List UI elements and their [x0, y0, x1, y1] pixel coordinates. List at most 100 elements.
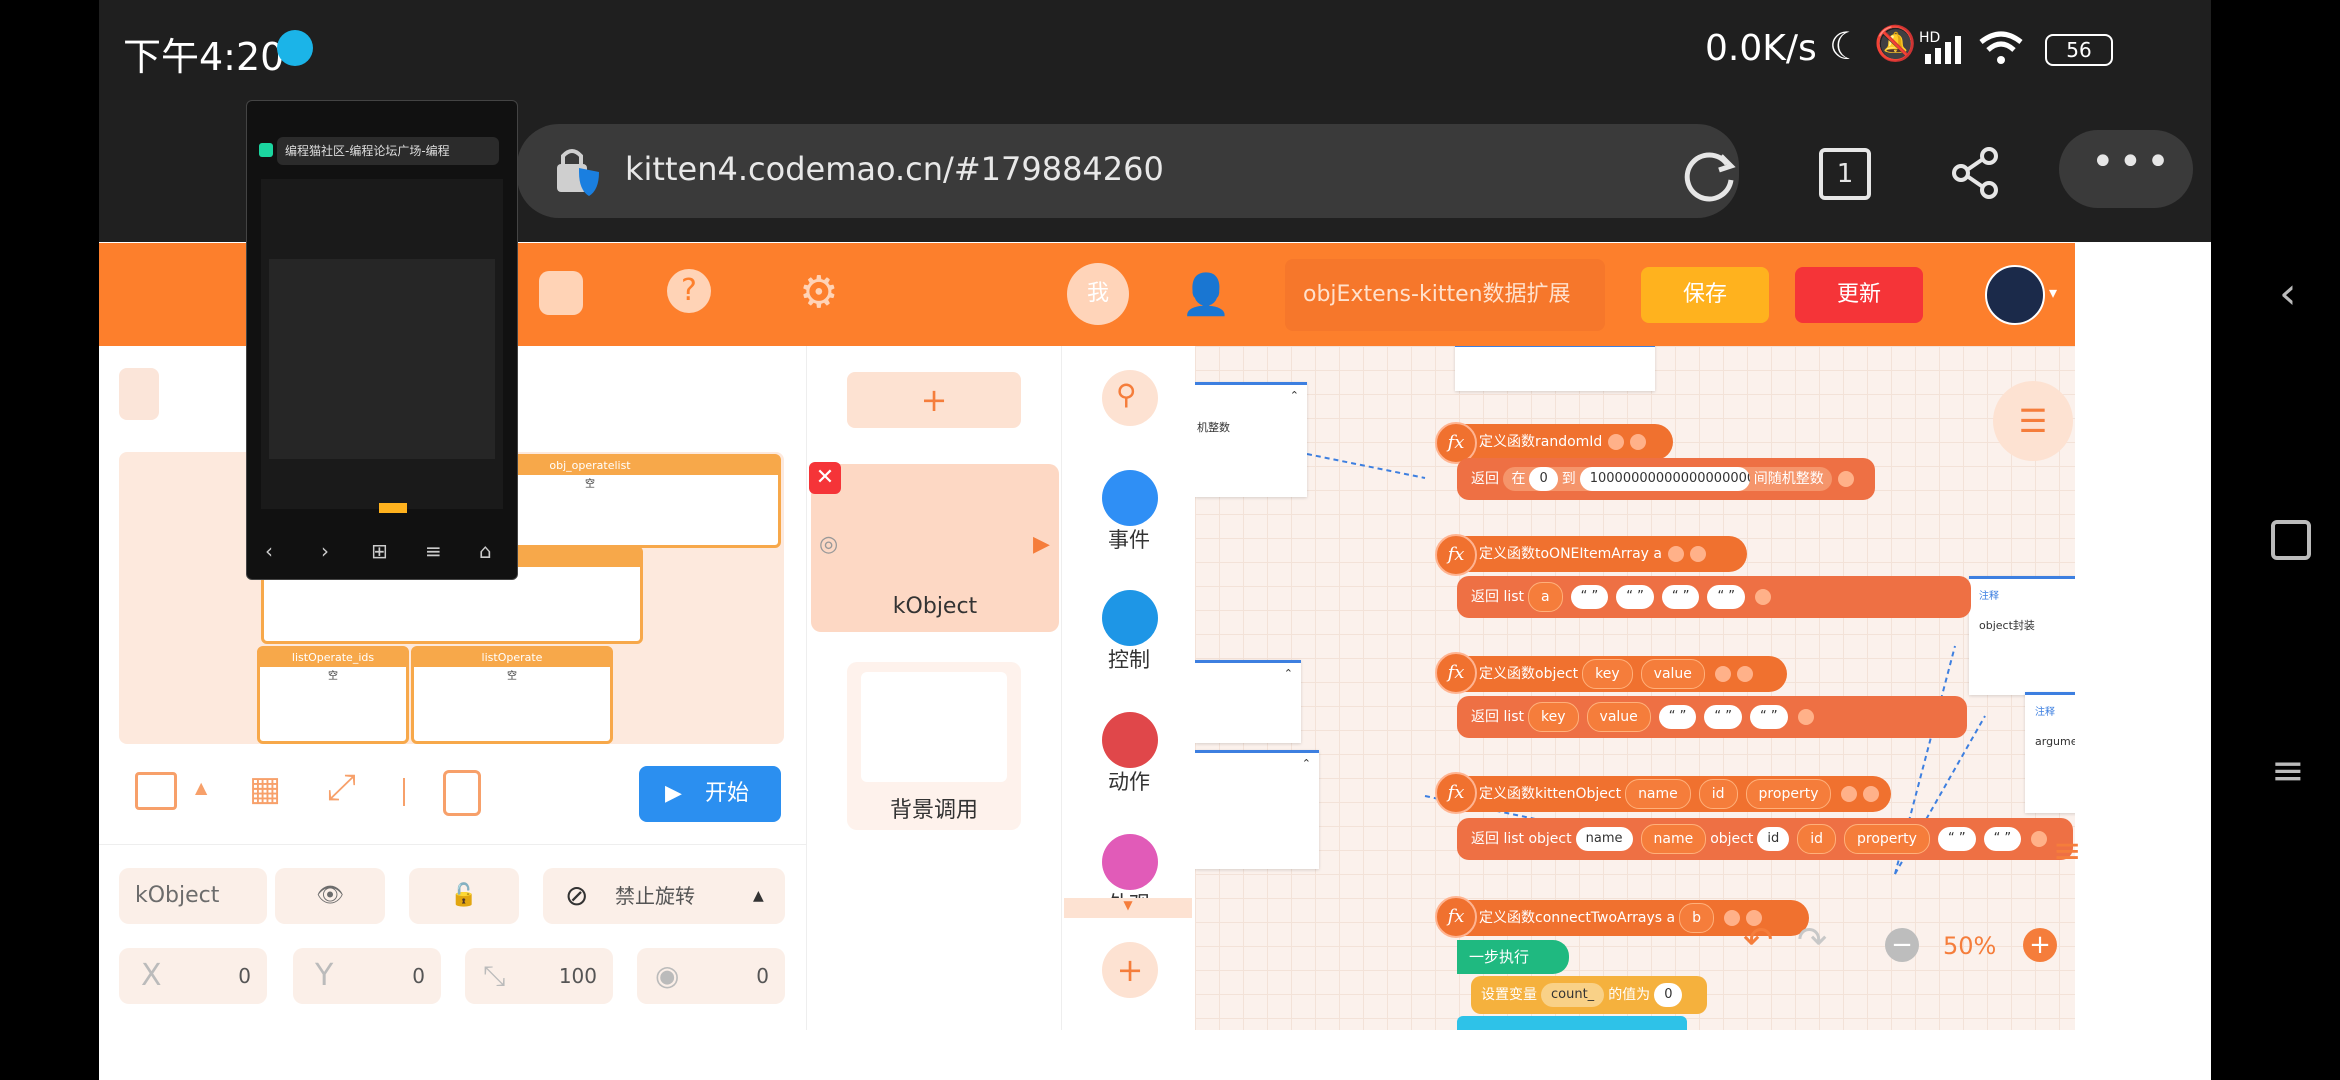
start-button[interactable]: ▶ 开始 — [639, 766, 781, 822]
remove-param-icon[interactable] — [2031, 831, 2048, 847]
project-name-input[interactable]: objExtens-kitten数据扩展 — [1285, 259, 1605, 331]
size-field[interactable]: ⤡ 100 — [465, 948, 613, 1004]
arg-slot[interactable]: value — [1586, 702, 1651, 732]
variable-select[interactable]: count_ — [1541, 983, 1605, 1007]
add-param-icon[interactable] — [1690, 546, 1707, 562]
string-slot[interactable]: “ ” — [1707, 585, 1746, 609]
string-slot[interactable]: “ ” — [1661, 585, 1700, 609]
me-avatar-button[interactable]: 我 — [1067, 263, 1129, 325]
comment-note[interactable]: ⌃ — [1195, 750, 1319, 869]
x-position-field[interactable]: X 0 — [119, 948, 267, 1004]
remove-param-icon[interactable] — [1724, 910, 1740, 926]
string-slot[interactable]: “ ” — [1937, 827, 1976, 851]
remove-param-icon[interactable] — [1837, 471, 1854, 487]
url-text[interactable]: kitten4.codemao.cn/#179884260 — [625, 150, 1164, 188]
return-block[interactable]: 返回 list a “ ” “ ” “ ” “ ” — [1457, 576, 1971, 618]
function-definition-block[interactable]: 定义函数object key value — [1441, 656, 1787, 692]
random-to-input[interactable]: 1000000000000000000000 — [1579, 467, 1750, 491]
chevron-down-icon[interactable]: ▾ — [2049, 283, 2057, 302]
param-slot[interactable]: b — [1679, 903, 1714, 933]
function-definition-block[interactable]: 定义函数kittenObject name id property — [1441, 776, 1891, 812]
grid-icon[interactable]: ▦ — [249, 772, 281, 806]
nested-block[interactable] — [1457, 1016, 1687, 1030]
chevron-up-icon[interactable]: ▲ — [195, 778, 207, 797]
nav-menu-icon[interactable]: ≡ — [2271, 748, 2305, 794]
search-code-button[interactable]: ☰ — [1993, 381, 2073, 461]
step-execute-block[interactable]: 一步执行 — [1457, 940, 1569, 974]
param-slot[interactable]: name — [1625, 779, 1691, 809]
category-icon[interactable] — [1102, 590, 1158, 646]
set-variable-block[interactable]: 设置变量 count_ 的值为 0 — [1471, 976, 1707, 1014]
user-avatar[interactable] — [1985, 265, 2045, 325]
help-icon[interactable]: ? — [667, 269, 711, 313]
return-block[interactable]: 返回 list key value “ ” “ ” “ ” — [1457, 696, 1967, 738]
chevron-right-icon[interactable]: ▶ — [1033, 532, 1050, 557]
chevron-up-icon[interactable]: ⌃ — [1284, 667, 1293, 680]
random-from-input[interactable]: 0 — [1529, 467, 1558, 491]
remove-param-icon[interactable] — [1755, 589, 1772, 605]
tabs-count-button[interactable]: 1 — [1819, 148, 1871, 200]
string-slot[interactable]: “ ” — [1658, 705, 1697, 729]
scroll-down-button[interactable]: ▼ — [1064, 898, 1192, 918]
value-input[interactable]: 0 — [1654, 983, 1683, 1007]
settings-gear-icon[interactable]: ⚙ — [799, 267, 838, 318]
category-label-control[interactable]: 控制 — [1062, 644, 1196, 674]
arg-slot[interactable]: id — [1797, 824, 1837, 854]
add-param-icon[interactable] — [1736, 666, 1753, 682]
key-slot[interactable]: name — [1575, 827, 1633, 851]
remove-param-icon[interactable] — [1714, 666, 1731, 682]
comment-note[interactable]: 注释 argument封装 — [2025, 692, 2075, 813]
add-param-icon[interactable] — [1863, 786, 1880, 802]
update-button[interactable]: 更新 — [1795, 267, 1923, 323]
nav-recents-icon[interactable] — [2271, 520, 2311, 560]
string-slot[interactable]: “ ” — [1983, 827, 2022, 851]
eye-off-icon[interactable]: ◎ — [819, 532, 838, 557]
share-icon[interactable] — [1949, 146, 2003, 200]
remove-param-icon[interactable] — [1841, 786, 1858, 802]
arg-slot[interactable]: key — [1528, 702, 1579, 732]
address-bar[interactable]: kitten4.codemao.cn/#179884260 — [517, 124, 1739, 218]
comment-note[interactable]: 机整数 ⌃ — [1195, 382, 1307, 497]
visibility-toggle[interactable]: 👁 — [275, 868, 385, 924]
rotation-mode-select[interactable]: ⊘ 禁止旋转 ▲ — [543, 868, 785, 924]
backpack-icon[interactable] — [539, 271, 583, 315]
category-icon[interactable] — [1102, 712, 1158, 768]
comment-note[interactable]: 注释 object封装 — [1969, 576, 2075, 695]
sprite-card-selected[interactable]: ✕ ◎ ▶ kObject — [809, 462, 1059, 632]
arg-slot[interactable]: a — [1528, 582, 1563, 612]
comment-note[interactable]: ⌃ — [1195, 660, 1301, 743]
add-collaborator-icon[interactable]: 👤 — [1181, 271, 1231, 318]
undo-icon[interactable]: ↶ — [1743, 920, 1773, 961]
param-slot[interactable]: id — [1698, 779, 1738, 809]
record-video-icon[interactable] — [443, 770, 481, 816]
return-block[interactable]: 返回 在0到1000000000000000000000间随机整数 — [1457, 458, 1875, 500]
arg-slot[interactable]: property — [1844, 824, 1930, 854]
arg-slot[interactable]: name — [1640, 824, 1707, 854]
stage-tab[interactable] — [119, 368, 159, 420]
recent-app-thumbnail[interactable]: 编程猫社区-编程论坛广场-编程 ‹ › ⊞ ≡ ⌂ — [246, 100, 518, 580]
category-label-events[interactable]: 事件 — [1062, 524, 1196, 554]
align-icon[interactable]: ≡ — [2053, 831, 2082, 871]
comment-note[interactable] — [1455, 346, 1655, 391]
expand-icon[interactable]: ⤢ — [327, 770, 356, 806]
sprite-card[interactable]: 背景调用 — [847, 662, 1021, 830]
key-slot[interactable]: id — [1757, 827, 1790, 851]
param-slot[interactable]: key — [1582, 659, 1633, 689]
y-position-field[interactable]: Y 0 — [293, 948, 441, 1004]
remove-param-icon[interactable] — [1608, 434, 1625, 450]
remove-param-icon[interactable] — [1668, 546, 1685, 562]
return-block[interactable]: 返回 list object name name object id id property… — [1457, 818, 2073, 860]
remove-param-icon[interactable] — [1797, 709, 1814, 725]
param-slot[interactable]: value — [1640, 659, 1705, 689]
sprite-name-field[interactable]: kObject — [119, 868, 267, 924]
direction-field[interactable]: ◉ 0 — [637, 948, 785, 1004]
save-button[interactable]: 保存 — [1641, 267, 1769, 323]
category-icon[interactable] — [1102, 834, 1158, 890]
string-slot[interactable]: “ ” — [1704, 705, 1742, 729]
category-label-motion[interactable]: 动作 — [1062, 766, 1196, 796]
redo-icon[interactable]: ↷ — [1797, 920, 1827, 961]
code-workspace[interactable]: 机整数 ⌃ ⌃ ⌃ 注释 object封装 注释 argument封装 定义函数… — [1195, 346, 2075, 1030]
lock-toggle[interactable]: 🔓 — [409, 868, 519, 924]
chevron-up-icon[interactable]: ⌃ — [1290, 389, 1299, 402]
zoom-in-button[interactable]: + — [2023, 928, 2057, 962]
